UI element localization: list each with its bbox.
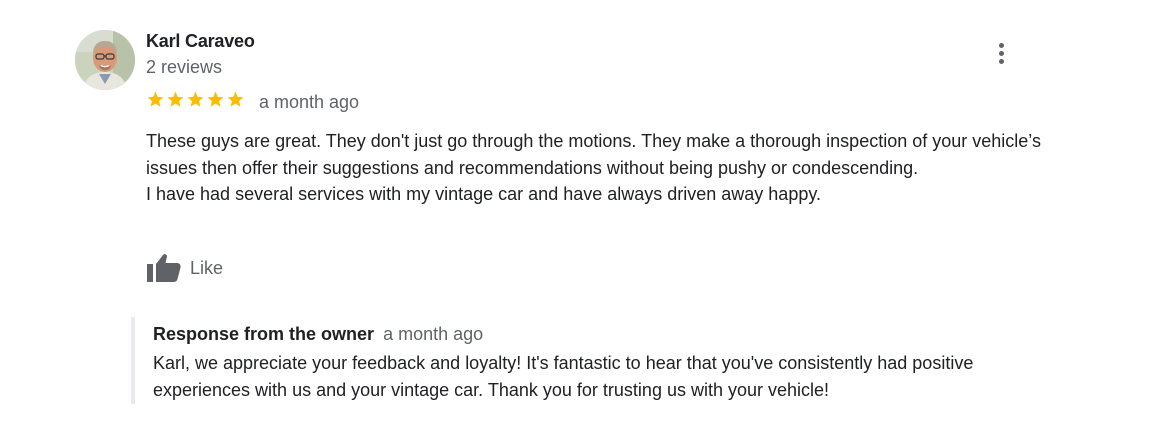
avatar[interactable] <box>75 30 135 90</box>
star-icon <box>147 91 164 107</box>
response-date: a month ago <box>383 324 484 344</box>
reviewer-name[interactable]: Karl Caraveo <box>146 31 255 52</box>
reviewer-photo <box>75 30 135 90</box>
like-button[interactable]: Like <box>146 252 223 284</box>
star-rating <box>146 90 245 114</box>
review-count[interactable]: 2 reviews <box>146 57 222 78</box>
review-paragraph: I have had several services with my vint… <box>146 184 822 204</box>
star-icon <box>187 91 204 107</box>
more-options-button[interactable] <box>988 38 1016 70</box>
like-label: Like <box>190 257 224 278</box>
review-paragraph: These guys are great. They don't just go… <box>146 131 1041 178</box>
response-title: Response from the owner <box>153 324 375 344</box>
star-icon <box>167 91 184 107</box>
star-icon <box>227 91 244 107</box>
more-vert-icon <box>999 43 1004 48</box>
review-text: These guys are great. They don't just go… <box>146 128 1066 208</box>
star-icon <box>207 91 224 107</box>
review-card: Karl Caraveo 2 reviews a month ago These… <box>0 0 1163 430</box>
response-header: Response from the owner a month ago <box>153 324 483 345</box>
more-vert-icon-dot <box>999 59 1004 64</box>
more-vert-icon-dot <box>999 51 1004 56</box>
thumbs-up-icon <box>147 254 181 282</box>
review-date: a month ago <box>259 92 360 112</box>
response-text: Karl, we appreciate your feedback and lo… <box>153 353 974 400</box>
owner-response: Response from the owner a month ago Karl… <box>131 317 1095 404</box>
